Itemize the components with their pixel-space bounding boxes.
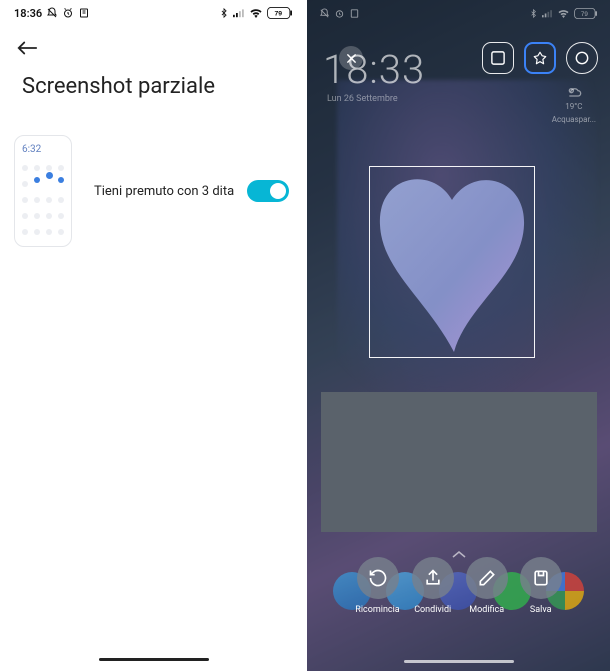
action-row: Ricomincia Condividi Modifica Salva (307, 557, 610, 615)
circle-tool[interactable] (566, 42, 598, 74)
bluetooth-icon (529, 8, 538, 19)
thumb-time: 6:32 (20, 142, 66, 159)
note-icon (349, 8, 360, 19)
lock-date: Lun 26 Settembre (327, 94, 398, 104)
signal-icon (542, 9, 553, 18)
wifi-icon (249, 8, 263, 18)
preview-panel (321, 392, 597, 532)
status-bar: 79 (307, 0, 610, 26)
signal-icon (233, 8, 245, 18)
restart-button[interactable]: Ricomincia (355, 557, 399, 615)
alarm-icon (334, 8, 345, 19)
battery-icon: 79 (574, 8, 598, 19)
back-button[interactable] (0, 26, 307, 56)
status-time: 18:36 (14, 7, 42, 20)
alarm-icon (62, 7, 74, 19)
dnd-off-icon (319, 8, 330, 19)
settings-screen: 18:36 (0, 0, 307, 671)
action-label: Ricomincia (355, 605, 399, 615)
share-button[interactable]: Condividi (412, 557, 454, 615)
gesture-toggle[interactable] (247, 180, 289, 202)
weather-location: Acquaspar... (552, 115, 596, 124)
edit-button[interactable]: Modifica (466, 557, 508, 615)
gesture-thumbnail: 6:32 (14, 135, 72, 247)
screenshot-editor-screen: 79 18:33 Lun 26 Settembre 19°C Acquaspar… (307, 0, 610, 671)
wifi-icon (557, 9, 570, 18)
svg-text:79: 79 (581, 10, 588, 17)
bluetooth-icon (219, 7, 229, 19)
dnd-off-icon (46, 7, 58, 19)
nav-indicator[interactable] (404, 660, 514, 663)
rectangle-tool[interactable] (482, 42, 514, 74)
shape-tools (482, 42, 598, 74)
weather-temp: 19°C (552, 102, 596, 111)
nav-indicator[interactable] (99, 658, 209, 661)
action-label: Modifica (469, 605, 504, 615)
freeform-tool[interactable] (524, 42, 556, 74)
selection-bounds[interactable] (369, 166, 535, 358)
close-button[interactable] (339, 46, 363, 70)
weather-widget: 19°C Acquaspar... (552, 84, 596, 124)
gesture-label: Tieni premuto con 3 dita (94, 184, 234, 199)
action-label: Salva (530, 605, 552, 615)
note-icon (78, 7, 90, 19)
save-button[interactable]: Salva (520, 557, 562, 615)
battery-icon: 79 (267, 7, 293, 19)
status-bar: 18:36 (0, 0, 307, 26)
page-title: Screenshot parziale (0, 56, 307, 119)
svg-text:79: 79 (274, 11, 282, 18)
action-label: Condividi (414, 605, 451, 615)
